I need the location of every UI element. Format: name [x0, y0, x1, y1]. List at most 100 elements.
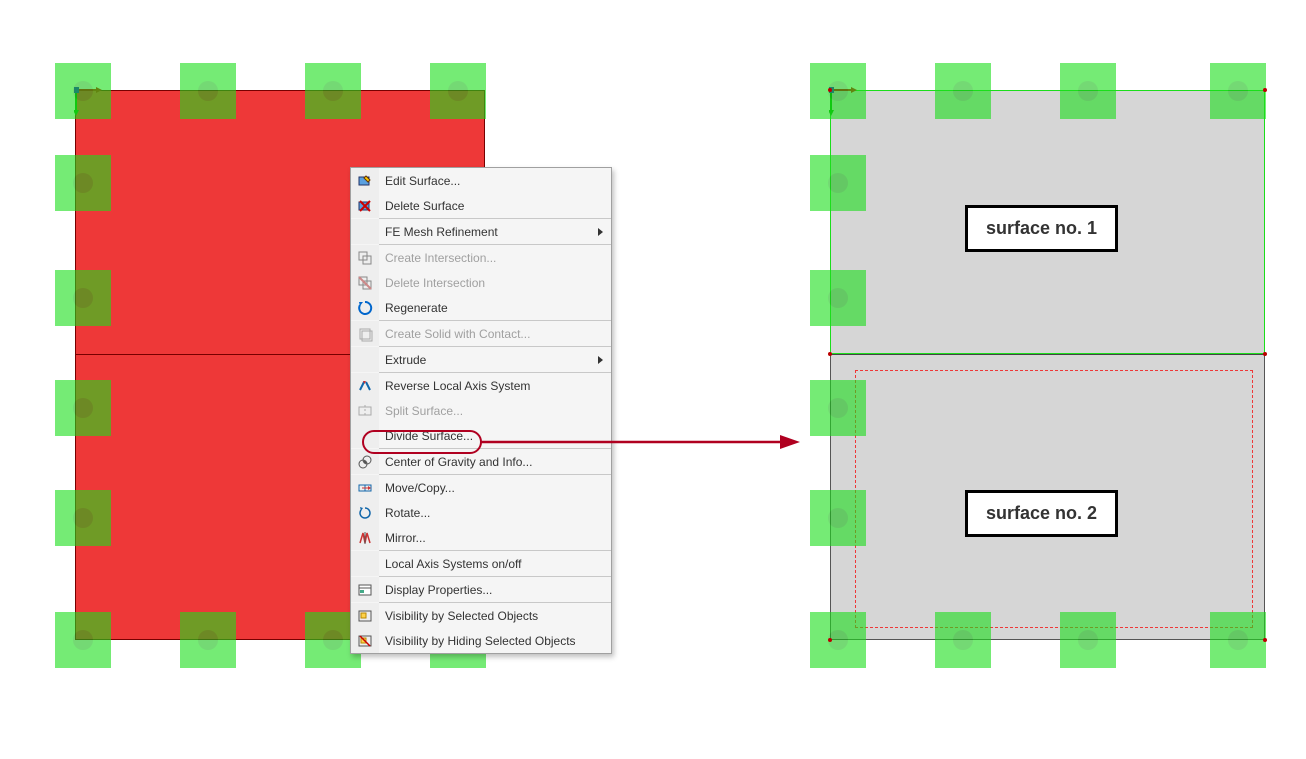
support-node-icon [323, 81, 343, 101]
intersect-icon [357, 250, 373, 266]
menu-item-move-copy[interactable]: Move/Copy... [351, 475, 611, 500]
menu-item-divide-surface[interactable]: Divide Surface... [351, 423, 611, 448]
surface-context-menu[interactable]: Edit Surface... Delete Surface FE Mesh Ref… [350, 167, 612, 654]
menu-item-mirror[interactable]: Mirror... [351, 525, 611, 550]
mirror-icon [357, 530, 373, 546]
display-props-icon [357, 582, 373, 598]
nodal-support[interactable] [430, 63, 486, 119]
nodal-support[interactable] [935, 612, 991, 668]
support-node-icon [73, 398, 93, 418]
menu-item-edit-surface[interactable]: Edit Surface... [351, 168, 611, 193]
menu-item-label: Rotate... [379, 506, 603, 520]
nodal-support[interactable] [810, 612, 866, 668]
support-node-icon [1228, 630, 1248, 650]
menu-icon-slot [351, 347, 379, 372]
nodal-support[interactable] [55, 380, 111, 436]
menu-item-delete-surface[interactable]: Delete Surface [351, 193, 611, 218]
support-node-icon [953, 630, 973, 650]
nodal-support[interactable] [180, 63, 236, 119]
support-node-icon [73, 288, 93, 308]
node-dot [1263, 638, 1267, 642]
menu-icon-slot [351, 423, 379, 448]
right-result-surface[interactable] [830, 90, 1265, 640]
menu-icon-slot [351, 603, 379, 628]
menu-icon-slot [351, 219, 379, 244]
menu-icon-slot [351, 321, 379, 346]
menu-icon-slot [351, 475, 379, 500]
delete-intersect-icon [357, 275, 373, 291]
nodal-support[interactable] [55, 270, 111, 326]
menu-item-create-intersection: Create Intersection... [351, 245, 611, 270]
menu-icon-slot [351, 295, 379, 320]
menu-icon-slot [351, 398, 379, 423]
menu-item-label: Visibility by Selected Objects [379, 609, 603, 623]
menu-item-label: Center of Gravity and Info... [379, 455, 603, 469]
nodal-support[interactable] [180, 612, 236, 668]
support-node-icon [1078, 81, 1098, 101]
move-copy-icon [357, 480, 373, 496]
support-node-icon [953, 81, 973, 101]
menu-item-regenerate[interactable]: Regenerate [351, 295, 611, 320]
nodal-support[interactable] [1210, 63, 1266, 119]
edit-surface-icon [357, 173, 373, 189]
menu-icon-slot [351, 168, 379, 193]
support-node-icon [828, 398, 848, 418]
vis-hide-icon [357, 633, 373, 649]
menu-item-visibility-by-hiding-selected-objects[interactable]: Visibility by Hiding Selected Objects [351, 628, 611, 653]
nodal-support[interactable] [305, 63, 361, 119]
menu-item-label: Delete Intersection [379, 276, 603, 290]
nodal-support[interactable] [1060, 63, 1116, 119]
menu-item-label: Delete Surface [379, 199, 603, 213]
solid-contact-icon [357, 326, 373, 342]
menu-item-label: Visibility by Hiding Selected Objects [379, 634, 603, 648]
nodal-support[interactable] [55, 63, 111, 119]
node-dot [828, 638, 832, 642]
menu-item-reverse-local-axis-system[interactable]: Reverse Local Axis System [351, 373, 611, 398]
menu-icon-slot [351, 577, 379, 602]
menu-item-split-surface: Split Surface... [351, 398, 611, 423]
delete-surface-icon [357, 198, 373, 214]
menu-icon-slot [351, 373, 379, 398]
menu-item-fe-mesh-refinement[interactable]: FE Mesh Refinement [351, 219, 611, 244]
menu-item-rotate[interactable]: Rotate... [351, 500, 611, 525]
menu-item-label: Split Surface... [379, 404, 603, 418]
right-surface-divider-line [830, 354, 1265, 355]
menu-item-local-axis-systems-on-off[interactable]: Local Axis Systems on/off [351, 551, 611, 576]
nodal-support[interactable] [935, 63, 991, 119]
menu-icon-slot [351, 270, 379, 295]
nodal-support[interactable] [810, 380, 866, 436]
menu-item-label: Extrude [379, 353, 592, 367]
support-node-icon [448, 81, 468, 101]
nodal-support[interactable] [810, 270, 866, 326]
cog-info-icon [357, 454, 373, 470]
rotate-icon [357, 505, 373, 521]
nodal-support[interactable] [810, 63, 866, 119]
menu-item-label: Create Solid with Contact... [379, 327, 603, 341]
vis-sel-icon [357, 608, 373, 624]
nodal-support[interactable] [810, 155, 866, 211]
nodal-support[interactable] [1060, 612, 1116, 668]
menu-item-label: Display Properties... [379, 583, 603, 597]
node-dot [828, 88, 832, 92]
menu-item-visibility-by-selected-objects[interactable]: Visibility by Selected Objects [351, 603, 611, 628]
menu-item-label: Reverse Local Axis System [379, 379, 603, 393]
nodal-support[interactable] [1210, 612, 1266, 668]
menu-icon-slot [351, 193, 379, 218]
menu-item-center-of-gravity-and-info[interactable]: Center of Gravity and Info... [351, 449, 611, 474]
menu-item-label: Regenerate [379, 301, 603, 315]
nodal-support[interactable] [55, 612, 111, 668]
support-node-icon [1228, 81, 1248, 101]
menu-item-extrude[interactable]: Extrude [351, 347, 611, 372]
nodal-support[interactable] [55, 155, 111, 211]
support-node-icon [198, 630, 218, 650]
menu-icon-slot [351, 551, 379, 576]
submenu-arrow-icon [598, 228, 603, 236]
menu-item-display-properties[interactable]: Display Properties... [351, 577, 611, 602]
nodal-support[interactable] [810, 490, 866, 546]
nodal-support[interactable] [55, 490, 111, 546]
menu-item-label: Mirror... [379, 531, 603, 545]
label-surface-1: surface no. 1 [965, 205, 1118, 252]
menu-item-delete-intersection: Delete Intersection [351, 270, 611, 295]
regenerate-icon [357, 300, 373, 316]
node-dot [828, 352, 832, 356]
